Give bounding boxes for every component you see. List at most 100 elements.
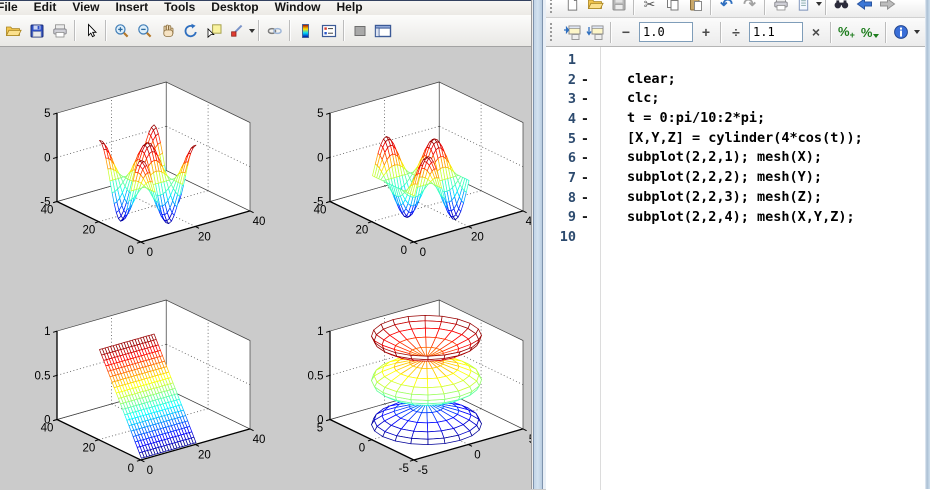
code-line[interactable]: [X,Y,Z] = cylinder(4*cos(t)); xyxy=(627,129,930,149)
figure-canvas[interactable]: 0204002040-5050204002040-505020400204000… xyxy=(0,47,532,490)
tick-label: 0 xyxy=(44,415,50,427)
paste-button[interactable] xyxy=(684,0,707,16)
details-dropdown-caret[interactable] xyxy=(914,30,921,34)
save-button[interactable] xyxy=(607,0,630,16)
comment-button[interactable]: % + xyxy=(835,24,858,40)
toolbar-separator xyxy=(720,21,722,43)
screen: { "figure_window": { "menu": ["File", "E… xyxy=(0,0,930,490)
increment-button[interactable]: + xyxy=(696,22,716,42)
pointer-button[interactable] xyxy=(79,19,102,42)
toolbar-drag-handle[interactable] xyxy=(550,0,557,13)
line-number: 2 xyxy=(567,71,576,88)
subplot-1-mesh-x[interactable]: 0204002040-505 xyxy=(0,47,272,291)
menu-item-window[interactable]: Window xyxy=(267,1,329,15)
code-line[interactable]: subplot(2,2,4); mesh(X,Y,Z); xyxy=(627,208,930,228)
subplot-3-mesh-z[interactable]: 020400204000.51 xyxy=(0,265,272,490)
brush-icon xyxy=(230,24,242,37)
code-line[interactable]: clc; xyxy=(627,89,930,109)
menu-item-edit[interactable]: Edit xyxy=(26,1,65,15)
print-preview-dropdown-caret[interactable] xyxy=(816,2,822,6)
executable-line-marker[interactable]: - xyxy=(576,209,594,225)
open-button[interactable] xyxy=(2,19,25,42)
menu-item-desktop[interactable]: Desktop xyxy=(203,1,266,15)
executable-line-marker[interactable]: - xyxy=(576,170,594,186)
zoom-in-button[interactable] xyxy=(110,19,133,42)
brush-button[interactable] xyxy=(225,19,248,42)
window-divider[interactable] xyxy=(531,0,546,489)
subplot-2-mesh-y[interactable]: 0204002040-505 xyxy=(273,47,532,291)
tick-label: 0 xyxy=(147,465,153,477)
brush-dropdown-caret[interactable] xyxy=(249,28,255,33)
new-script-button[interactable] xyxy=(561,0,584,16)
copy-button[interactable] xyxy=(661,0,684,16)
save-button[interactable] xyxy=(25,19,48,42)
menu-item-help[interactable]: Help xyxy=(329,1,371,15)
tick-label: 20 xyxy=(83,443,96,455)
toolbar-separator xyxy=(633,0,635,15)
find-button[interactable] xyxy=(830,0,853,16)
redo-icon: ↷ xyxy=(743,0,756,13)
forward-button[interactable] xyxy=(876,0,899,16)
executable-line-marker[interactable]: - xyxy=(576,190,594,206)
executable-line-marker[interactable]: - xyxy=(576,150,594,166)
data-cursor-button[interactable] xyxy=(202,19,225,42)
code-line[interactable] xyxy=(627,227,930,247)
pan-icon xyxy=(162,24,173,37)
menu-item-tools[interactable]: Tools xyxy=(156,1,203,15)
print-preview-button[interactable] xyxy=(792,0,815,16)
toolbar-separator xyxy=(343,20,345,41)
code-line[interactable]: subplot(2,2,2); mesh(Y); xyxy=(627,168,930,188)
code-line[interactable] xyxy=(627,50,930,70)
open-icon xyxy=(587,0,604,9)
executable-line-marker[interactable]: - xyxy=(576,91,594,107)
toolbar-drag-handle[interactable] xyxy=(550,23,557,41)
subplot-4-mesh-xyz[interactable]: -505-50500.51 xyxy=(273,265,532,490)
print-preview-icon xyxy=(798,0,809,11)
link-plots-button[interactable] xyxy=(263,19,286,42)
code-line[interactable]: subplot(2,2,3); mesh(Z); xyxy=(627,188,930,208)
back-button[interactable] xyxy=(853,0,876,16)
colorbar-button[interactable] xyxy=(294,19,317,42)
multiply-button[interactable]: × xyxy=(806,22,826,42)
print-button[interactable] xyxy=(769,0,792,16)
tick-label: 0 xyxy=(128,463,134,475)
code-area[interactable]: clear; clc; t = 0:pi/10:2*pi; [X,Y,Z] = cyl… xyxy=(601,47,930,490)
code-line[interactable]: subplot(2,2,1); mesh(X); xyxy=(627,148,930,168)
add-step-input[interactable] xyxy=(639,22,693,42)
tick-label: 0 xyxy=(317,152,323,164)
menu-item-view[interactable]: View xyxy=(64,1,107,15)
uncomment-button[interactable]: % xyxy=(858,25,883,40)
code-line[interactable]: clear; xyxy=(627,70,930,90)
rotate-3d-button[interactable] xyxy=(179,19,202,42)
cut-button[interactable]: ✂ xyxy=(638,0,661,16)
show-plot-tools-button[interactable] xyxy=(371,19,394,42)
details-button[interactable] xyxy=(890,21,913,44)
line-number: 4 xyxy=(567,110,576,127)
insert-section-button[interactable] xyxy=(561,21,584,44)
hide-plot-tools-button[interactable] xyxy=(348,19,371,42)
next-section-button[interactable] xyxy=(584,21,607,44)
executable-line-marker[interactable]: - xyxy=(576,131,594,147)
pan-button[interactable] xyxy=(156,19,179,42)
toolbar-separator xyxy=(258,20,260,41)
multiply-step-input[interactable] xyxy=(749,22,803,42)
zoom-out-button[interactable] xyxy=(133,19,156,42)
decrement-button[interactable]: − xyxy=(616,22,636,42)
menu-item-insert[interactable]: Insert xyxy=(107,1,156,15)
code-line[interactable]: t = 0:pi/10:2*pi; xyxy=(627,109,930,129)
legend-button[interactable] xyxy=(317,19,340,42)
divide-button[interactable]: ÷ xyxy=(726,22,746,42)
zoom-in-icon xyxy=(114,23,128,37)
open-button[interactable] xyxy=(584,0,607,16)
redo-button[interactable]: ↷ xyxy=(738,0,761,16)
tick-label: 1 xyxy=(317,326,323,338)
executable-line-marker[interactable]: - xyxy=(576,111,594,127)
pointer-icon xyxy=(87,22,97,37)
menu-item-file[interactable]: File xyxy=(0,1,26,15)
comment-icon: % xyxy=(838,24,850,39)
print-button[interactable] xyxy=(48,19,71,42)
tick-label: 0 xyxy=(401,245,407,257)
copy-icon xyxy=(666,0,678,11)
undo-button[interactable]: ↶ xyxy=(715,0,738,16)
executable-line-marker[interactable]: - xyxy=(576,72,594,88)
